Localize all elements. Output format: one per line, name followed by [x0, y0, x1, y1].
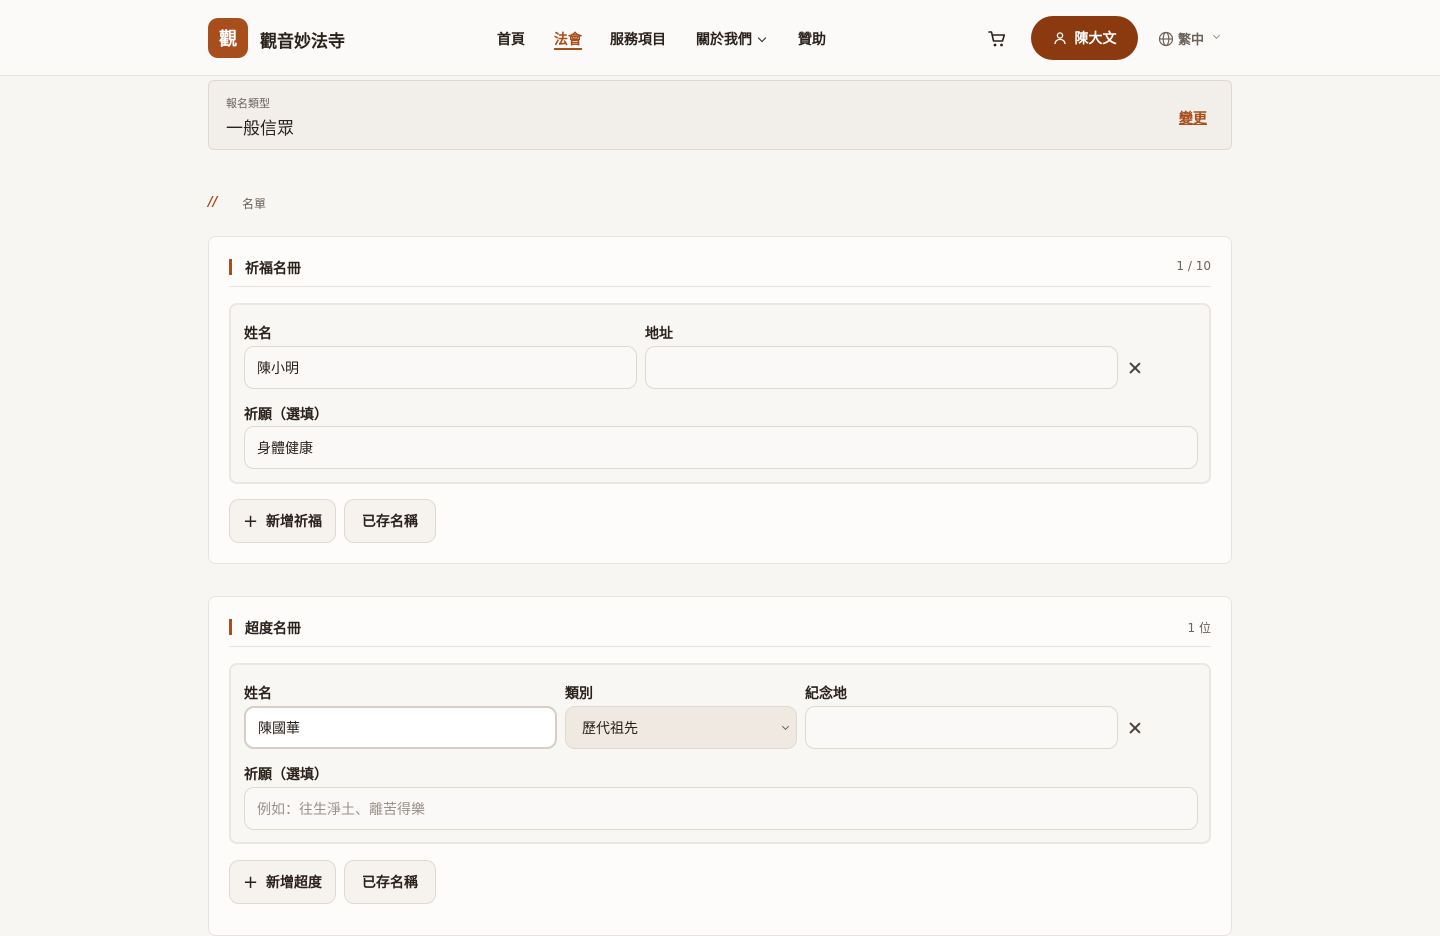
- blessing-count: 1 / 10: [1176, 259, 1211, 273]
- add-memorial-button[interactable]: + 新增超度: [229, 860, 336, 904]
- language-label: 繁中: [1178, 33, 1205, 48]
- saved-names-button[interactable]: 已存名稱: [344, 860, 436, 904]
- memorial-section-header: 超度名冊 1 位: [229, 617, 1211, 647]
- saved-names-button[interactable]: 已存名稱: [344, 499, 436, 543]
- category-selected-value: 歷代祖先: [582, 720, 638, 737]
- blessing-name-input[interactable]: 陳小明: [244, 346, 637, 389]
- nav-about[interactable]: 關於我們: [696, 29, 767, 49]
- cart-icon[interactable]: [987, 29, 1007, 49]
- address-label: 地址: [645, 326, 673, 342]
- add-memorial-label: 新增超度: [266, 875, 323, 891]
- remove-entry-icon[interactable]: [1128, 721, 1142, 735]
- top-header: 觀 觀音妙法寺 首頁 法會 服務項目 關於我們 贊助 陳大文 繁中: [0, 0, 1440, 76]
- memorial-section-title: 超度名冊: [245, 621, 301, 637]
- registration-type-card: 報名類型 一般信眾 變更: [208, 80, 1232, 150]
- blessing-address-input[interactable]: [645, 346, 1118, 389]
- plus-icon: +: [242, 510, 259, 532]
- section-accent-bar: [229, 259, 232, 275]
- memorial-name-input[interactable]: 陳國華: [244, 706, 557, 749]
- breadcrumb-current: 名單: [242, 197, 267, 211]
- nav-donate[interactable]: 贊助: [798, 29, 826, 49]
- section-accent-bar: [229, 619, 232, 635]
- temple-logo[interactable]: 觀: [208, 18, 248, 58]
- language-selector[interactable]: 繁中: [1158, 29, 1221, 48]
- place-label: 紀念地: [805, 686, 847, 702]
- remove-entry-icon[interactable]: [1128, 361, 1142, 375]
- memorial-wish-input[interactable]: 例如：往生淨土、離苦得樂: [244, 787, 1198, 830]
- chevron-down-icon: [757, 33, 767, 43]
- nav-services[interactable]: 服務項目: [610, 29, 666, 49]
- plus-icon: +: [242, 871, 259, 893]
- nav-about-label: 關於我們: [696, 32, 752, 48]
- nav-dharma-assembly[interactable]: 法會: [554, 29, 582, 49]
- blessing-entry: 姓名 地址 陳小明 祈願（選填） 身體健康: [229, 303, 1211, 484]
- name-label: 姓名: [244, 686, 272, 702]
- blessing-section-header: 祈福名冊 1 / 10: [229, 257, 1211, 287]
- registration-type-value: 一般信眾: [226, 119, 294, 139]
- chevron-down-icon: [781, 722, 790, 731]
- user-icon: [1053, 32, 1066, 45]
- change-type-link[interactable]: 變更: [1179, 108, 1207, 128]
- add-blessing-button[interactable]: + 新增祈福: [229, 499, 336, 543]
- memorial-place-input[interactable]: [805, 706, 1118, 749]
- category-label: 類別: [565, 686, 593, 702]
- registration-type-label: 報名類型: [226, 97, 270, 110]
- globe-icon: [1158, 31, 1174, 46]
- user-name: 陳大文: [1074, 31, 1117, 47]
- nav-active-indicator: [554, 48, 582, 50]
- name-label: 姓名: [244, 326, 272, 342]
- memorial-category-select[interactable]: 歷代祖先: [565, 706, 797, 749]
- chevron-down-icon: [1212, 31, 1221, 40]
- wish-label: 祈願（選填）: [244, 407, 328, 423]
- breadcrumb-marker: //: [208, 195, 218, 210]
- memorial-entry: 姓名 類別 紀念地 陳國華 歷代祖先 祈願（選填） 例如：往生淨土、離苦得樂: [229, 663, 1211, 844]
- blessing-registry-section: 祈福名冊 1 / 10 姓名 地址 陳小明 祈願（選填） 身體健康 + 新增祈福…: [208, 236, 1232, 564]
- blessing-section-title: 祈福名冊: [245, 261, 301, 277]
- add-blessing-label: 新增祈福: [266, 514, 323, 530]
- nav-home[interactable]: 首頁: [497, 29, 525, 49]
- blessing-wish-input[interactable]: 身體健康: [244, 426, 1198, 469]
- brand-name[interactable]: 觀音妙法寺: [260, 27, 345, 52]
- wish-label: 祈願（選填）: [244, 767, 328, 783]
- memorial-count: 1 位: [1187, 621, 1211, 635]
- user-account-button[interactable]: 陳大文: [1031, 16, 1138, 60]
- memorial-registry-section: 超度名冊 1 位 姓名 類別 紀念地 陳國華 歷代祖先 祈願（選填） 例如：往生…: [208, 596, 1232, 936]
